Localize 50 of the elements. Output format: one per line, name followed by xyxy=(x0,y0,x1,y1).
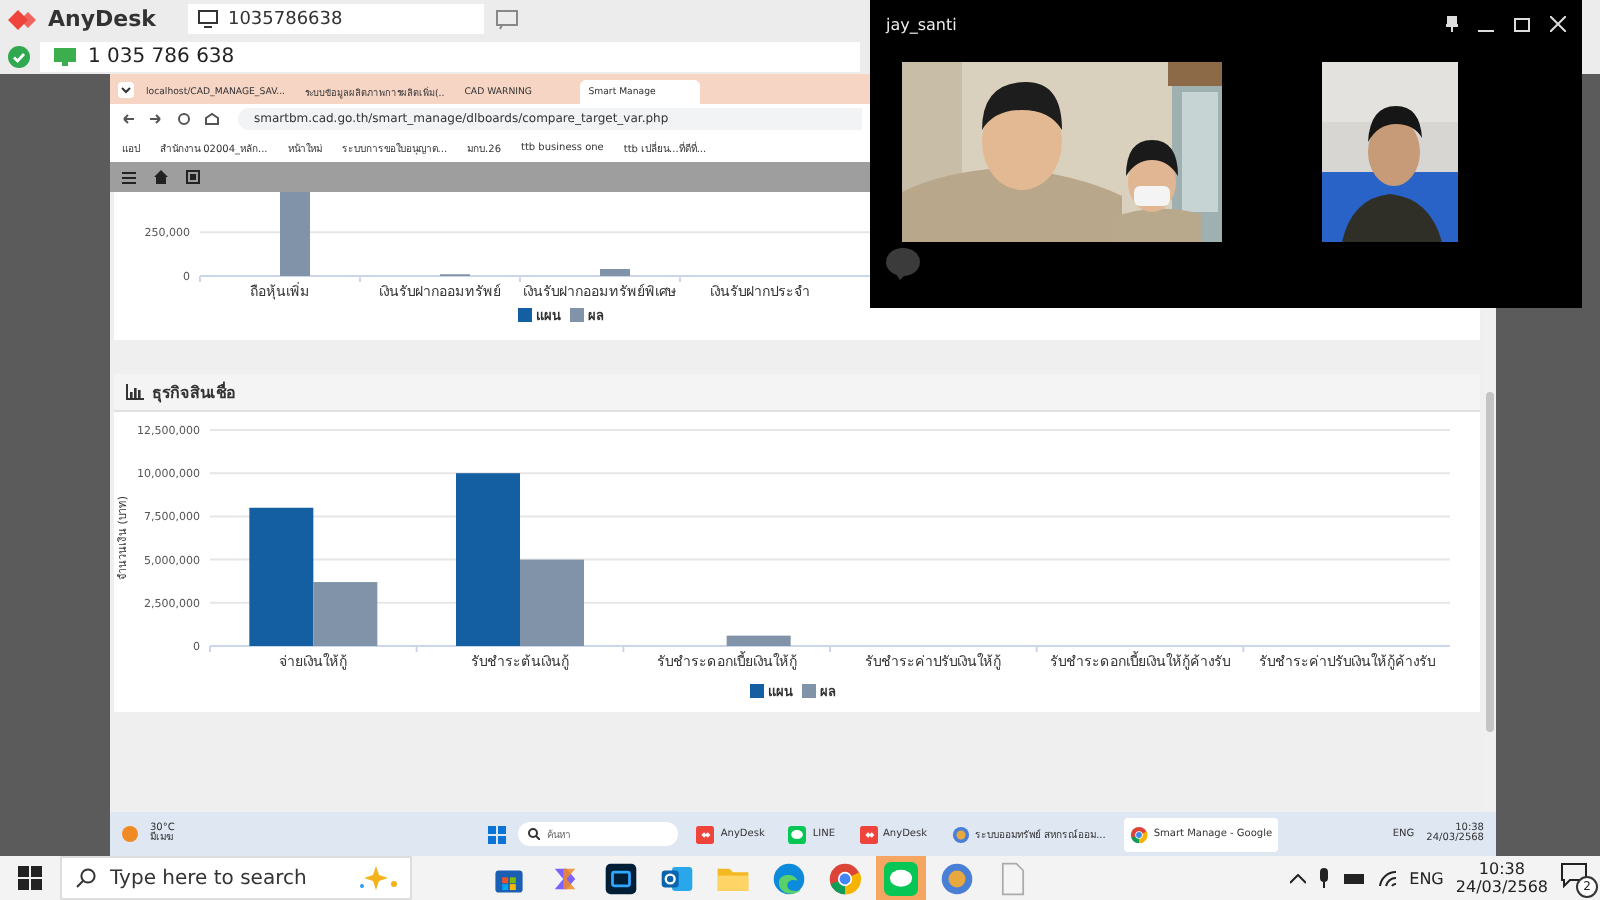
chat-app-icon xyxy=(884,861,918,895)
desk-icon xyxy=(54,47,76,65)
anydesk-logo-icon xyxy=(8,9,36,29)
home-icon[interactable] xyxy=(154,170,168,184)
chat-logo-icon xyxy=(886,248,920,280)
microphone-icon[interactable] xyxy=(1317,868,1330,888)
nav-controls-icon[interactable] xyxy=(122,112,222,126)
bar-chart-icon xyxy=(126,384,144,400)
chart-bar xyxy=(726,635,791,646)
anydesk-icon xyxy=(696,825,715,843)
edge-icon xyxy=(772,861,806,895)
search-icon xyxy=(76,868,96,888)
address-field[interactable]: 1 035 786 638 xyxy=(40,41,860,71)
dashboard-icon[interactable] xyxy=(186,170,200,184)
menu-icon[interactable] xyxy=(122,171,136,183)
new-session-icon[interactable] xyxy=(495,9,518,29)
call-title: jay_santi xyxy=(886,15,957,33)
close-icon[interactable] xyxy=(1550,16,1566,32)
chat-bubble-icon xyxy=(1560,862,1588,888)
clock-time: 10:38 xyxy=(1478,859,1525,878)
tab-list-icon[interactable] xyxy=(118,81,134,97)
chart-bar xyxy=(280,192,310,276)
emblem-icon xyxy=(951,825,969,843)
anydesk-icon xyxy=(859,825,878,843)
chat-app-icon xyxy=(788,825,807,843)
file-icon xyxy=(996,861,1030,895)
search-field[interactable]: Type here to search xyxy=(60,856,412,900)
emblem-icon xyxy=(940,861,974,895)
monitor-icon xyxy=(197,10,218,28)
session-tab[interactable]: 1035786638 xyxy=(187,4,484,34)
maximize-icon[interactable] xyxy=(1514,17,1530,31)
app-title: AnyDesk xyxy=(48,6,156,32)
scrollbar-thumb[interactable] xyxy=(1486,392,1494,732)
weather-sun-icon xyxy=(122,826,138,842)
sparkle-icon xyxy=(358,864,402,892)
section-title: ธุรกิจสินเชื่อ xyxy=(152,379,236,405)
photoshop-icon xyxy=(604,861,638,895)
pin-icon[interactable] xyxy=(1446,16,1458,32)
chrome-icon xyxy=(1129,825,1148,843)
chrome-icon xyxy=(828,861,862,895)
clock-date: 24/03/2568 xyxy=(1455,878,1548,897)
windows-start-icon[interactable] xyxy=(488,825,507,843)
language-indicator[interactable]: ENG xyxy=(1409,869,1444,887)
chart-bar xyxy=(600,269,630,276)
windows-start-icon[interactable] xyxy=(18,866,42,890)
search-icon xyxy=(528,828,541,840)
wifi-icon[interactable] xyxy=(1377,869,1398,887)
connected-check-icon xyxy=(8,45,30,67)
chevron-up-icon[interactable] xyxy=(1289,873,1306,883)
outlook-icon xyxy=(660,861,694,895)
